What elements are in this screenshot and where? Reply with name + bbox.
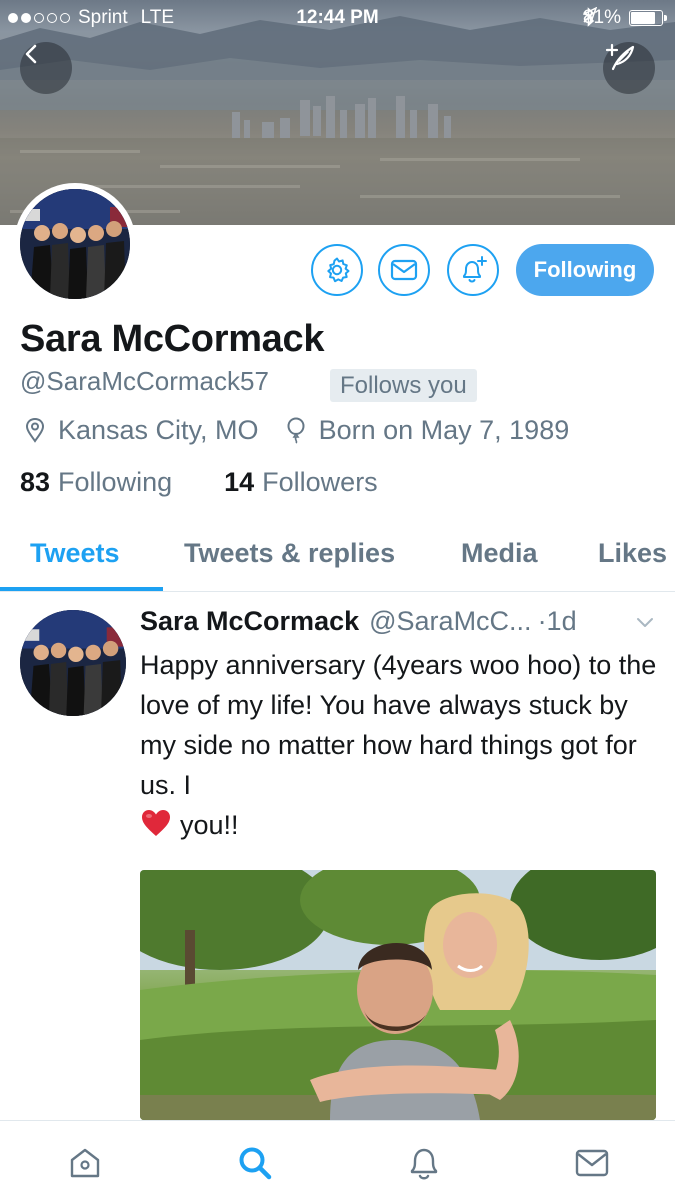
bluetooth-icon: [583, 7, 595, 27]
couple-photo-image: [140, 870, 656, 1120]
active-tab-indicator: [0, 587, 163, 591]
gear-icon: [327, 257, 350, 283]
location-pin-icon: [20, 414, 50, 446]
tweet-body: Happy anniversary (4years woo hoo) to th…: [140, 650, 657, 800]
settings-button[interactable]: [311, 244, 363, 296]
avatar-photo: [20, 189, 130, 299]
envelope-icon: [390, 259, 418, 281]
tweet-timestamp: ·1d: [537, 606, 577, 636]
followers-count-link[interactable]: 14 Followers: [224, 467, 378, 498]
tweet-text: Happy anniversary (4years woo hoo) to th…: [140, 645, 660, 849]
back-button[interactable]: [20, 42, 72, 94]
follows-you-badge: Follows you: [330, 369, 477, 402]
tab-media[interactable]: Media: [461, 538, 538, 569]
chevron-down-icon: [637, 618, 653, 627]
profile-avatar[interactable]: [14, 183, 136, 305]
red-heart-emoji: [140, 808, 172, 849]
tweet-avatar[interactable]: [20, 610, 126, 716]
tweet-header: Sara McCormack @SaraMcC... ·1d: [140, 606, 660, 637]
notifications-toggle-button[interactable]: [447, 244, 499, 296]
followers-label: Followers: [262, 467, 378, 497]
balloon-icon: [281, 414, 311, 446]
status-bar: Sprint LTE 12:44 PM 81%: [0, 0, 675, 36]
profile-tabs: Tweets Tweets & replies Media Likes: [0, 520, 675, 592]
followers-count: 14: [224, 467, 255, 497]
home-icon: [70, 1148, 100, 1178]
profile-meta: Kansas City, MO Born on May 7, 1989: [20, 414, 569, 446]
profile-location: Kansas City, MO: [58, 414, 259, 445]
status-time: 12:44 PM: [296, 7, 379, 28]
direct-message-button[interactable]: [378, 244, 430, 296]
following-label: Following: [58, 467, 173, 497]
tab-likes[interactable]: Likes: [598, 538, 667, 569]
profile-birthday: Born on May 7, 1989: [318, 414, 570, 445]
envelope-icon: [575, 1149, 609, 1177]
profile-handle: @SaraMcCormack57: [20, 366, 269, 396]
bottom-tab-bar: [0, 1120, 675, 1200]
compose-tweet-icon: [605, 43, 635, 71]
tab-tweets[interactable]: Tweets: [30, 538, 120, 569]
tab-tweets-replies[interactable]: Tweets & replies: [184, 538, 395, 569]
tweet-author-handle[interactable]: @SaraMcC...: [369, 606, 531, 637]
compose-tweet-button[interactable]: [603, 42, 655, 94]
following-button[interactable]: Following: [516, 244, 654, 296]
following-count-link[interactable]: 83 Following: [20, 467, 172, 498]
tweet-options-button[interactable]: [636, 616, 654, 634]
tweet-photo[interactable]: [140, 870, 656, 1120]
profile-name: Sara McCormack: [20, 318, 325, 360]
following-count: 83: [20, 467, 51, 497]
tweet-body-end: you!!: [180, 810, 239, 840]
nav-home-tab[interactable]: [63, 1141, 107, 1185]
nav-notifications-tab[interactable]: [402, 1141, 446, 1185]
chevron-left-icon: [25, 44, 37, 64]
bell-icon: [410, 1148, 438, 1180]
tweet-author-name[interactable]: Sara McCormack: [140, 606, 359, 637]
search-icon: [239, 1147, 272, 1180]
follow-counts: 83 Following 14 Followers: [20, 467, 378, 498]
battery-icon: [629, 10, 667, 26]
nav-search-tab[interactable]: [233, 1141, 277, 1185]
nav-messages-tab[interactable]: [570, 1141, 614, 1185]
bell-plus-icon: [463, 256, 487, 283]
